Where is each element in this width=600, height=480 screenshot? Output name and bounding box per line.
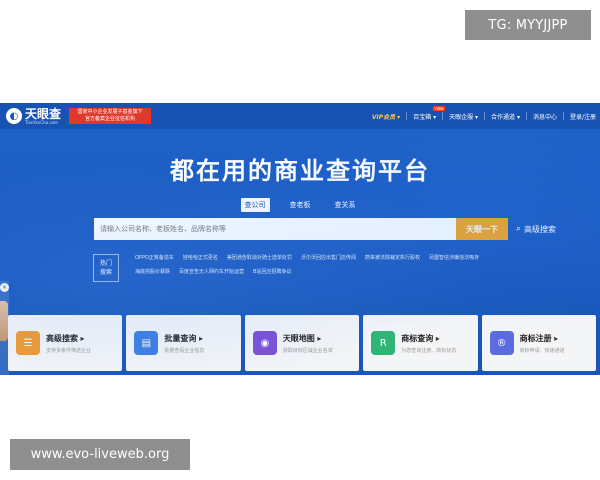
search-input[interactable]	[94, 218, 456, 240]
hot-label-line-1: 热门	[99, 260, 112, 267]
card-subtitle: 获取目标区域企业名单	[282, 347, 333, 354]
hot-search-item[interactable]: 娃哈哈正式更名	[183, 254, 218, 261]
telegram-watermark: TG: MYYJJPP	[465, 10, 591, 40]
trademark-register-icon: ®	[489, 331, 514, 355]
advanced-search-label: 高级搜索	[524, 224, 557, 234]
hot-search-item[interactable]: 百度宣告无人网约车开始运营	[179, 268, 244, 275]
map-pin-icon: ◉	[252, 331, 277, 355]
badge-line-2: 官方备案企业征信机构	[85, 116, 136, 122]
tab-relation[interactable]: 查关系	[331, 198, 360, 212]
nav-divider	[525, 112, 527, 120]
tab-boss[interactable]: 查老板	[286, 198, 315, 212]
hot-search-label: 热门 搜索	[93, 254, 119, 282]
nav-vip-menu[interactable]: VIP会员 ▾	[372, 112, 400, 121]
nav-qiye-menu[interactable]: 天眼企服 ▾	[449, 112, 478, 121]
feature-cards: ☰ 高级搜索 支持多条件筛选企业 ▤ 批量查询 批量查看企业信息 ◉ 天眼地图 …	[8, 315, 597, 371]
certification-badge: 国家中小企业发展子基金旗下 官方备案企业征信机构	[69, 108, 152, 124]
search-submit-button[interactable]: 天眼一下	[456, 218, 508, 240]
batch-query-icon: ▤	[134, 331, 159, 355]
card-trademark-query[interactable]: R 商标查询 为您查询注册、商标状态	[363, 315, 478, 371]
hot-label-line-2: 搜索	[99, 269, 112, 276]
card-advanced-search[interactable]: ☰ 高级搜索 支持多条件筛选企业	[8, 315, 123, 371]
card-title: 商标查询	[401, 333, 456, 344]
nav-divider	[562, 112, 564, 120]
top-nav-bar: ◐ 天眼查 TianYanCha.com 国家中小企业发展子基金旗下 官方备案企…	[0, 103, 600, 129]
nav-menu: VIP会员 ▾ 百宝箱 ▾ new 天眼企服 ▾ 合作通道 ▾ 消息中心 登录/…	[372, 103, 596, 129]
card-title: 商标注册	[520, 333, 565, 344]
badge-line-1: 国家中小企业发展子基金旗下	[77, 109, 143, 115]
avatar[interactable]	[0, 301, 8, 341]
nav-baodian-menu[interactable]: 百宝箱 ▾ new	[413, 105, 446, 121]
site-logo[interactable]: ◐ 天眼查 TianYanCha.com	[6, 108, 61, 125]
website-watermark: www.evo-liveweb.org	[10, 439, 190, 470]
close-icon[interactable]: ×	[0, 283, 9, 292]
nav-divider	[442, 112, 444, 120]
nav-message-center[interactable]: 消息中心	[533, 112, 557, 121]
website-screenshot: ◐ 天眼查 TianYanCha.com 国家中小企业发展子基金旗下 官方备案企…	[0, 103, 600, 375]
search-type-tabs: 查公司 查老板 查关系	[0, 198, 600, 212]
tab-company[interactable]: 查公司	[240, 198, 270, 212]
new-badge: new	[433, 105, 446, 111]
search-row: 天眼一下 ⌕ 高级搜索	[94, 217, 574, 241]
nav-hezuo-menu[interactable]: 合作通道 ▾	[491, 112, 520, 121]
nav-divider	[484, 112, 486, 120]
hot-search-item[interactable]: 蔚来被法院裁定执行股权	[365, 254, 420, 261]
hot-search-item[interactable]: 海底捞股价暴跌	[135, 268, 170, 275]
hero-title: 都在用的商业查询平台	[170, 157, 430, 185]
nav-baodian-label: 百宝箱 ▾	[413, 113, 437, 121]
logo-url: TianYanCha.com	[25, 119, 58, 125]
card-title: 高级搜索	[46, 333, 91, 344]
hot-search-item[interactable]: OPPO正筹备造车	[135, 254, 174, 261]
card-subtitle: 批量查看企业信息	[164, 347, 205, 354]
card-subtitle: 支持多条件筛选企业	[46, 347, 92, 354]
card-map[interactable]: ◉ 天眼地图 获取目标区域企业名单	[244, 315, 360, 371]
trademark-query-icon: R	[371, 331, 396, 355]
hot-search-item[interactable]: 凤凰智信涉嫌违法吸存	[429, 254, 479, 261]
hot-search-list: OPPO正筹备造车 娃哈哈正式更名 美团通告取消对骑士送单处罚 沃尔沃回应出售门…	[135, 254, 505, 275]
card-subtitle: 商标申请、快速通道	[519, 347, 565, 354]
nav-login-link[interactable]: 登录/注册	[570, 112, 596, 121]
card-title: 批量查询	[164, 333, 204, 344]
logo-name: 天眼查	[25, 106, 62, 121]
advanced-search-link[interactable]: ⌕ 高级搜索	[516, 224, 556, 235]
advanced-search-icon: ☰	[16, 331, 40, 355]
hot-search-item[interactable]: 美团通告取消对骑士送单处罚	[227, 254, 292, 261]
search-icon: ⌕	[516, 224, 522, 234]
nav-divider	[406, 112, 408, 120]
hot-search-item[interactable]: B站回应招聘争议	[253, 268, 291, 275]
card-batch-query[interactable]: ▤ 批量查询 批量查看企业信息	[126, 315, 241, 371]
card-title: 天眼地图	[283, 333, 333, 344]
eye-logo-icon: ◐	[6, 108, 22, 124]
card-trademark-register[interactable]: ® 商标注册 商标申请、快速通道	[481, 315, 597, 371]
hot-search-item[interactable]: 沃尔沃回应出售门店传闻	[301, 254, 356, 261]
card-subtitle: 为您查询注册、商标状态	[401, 347, 457, 354]
